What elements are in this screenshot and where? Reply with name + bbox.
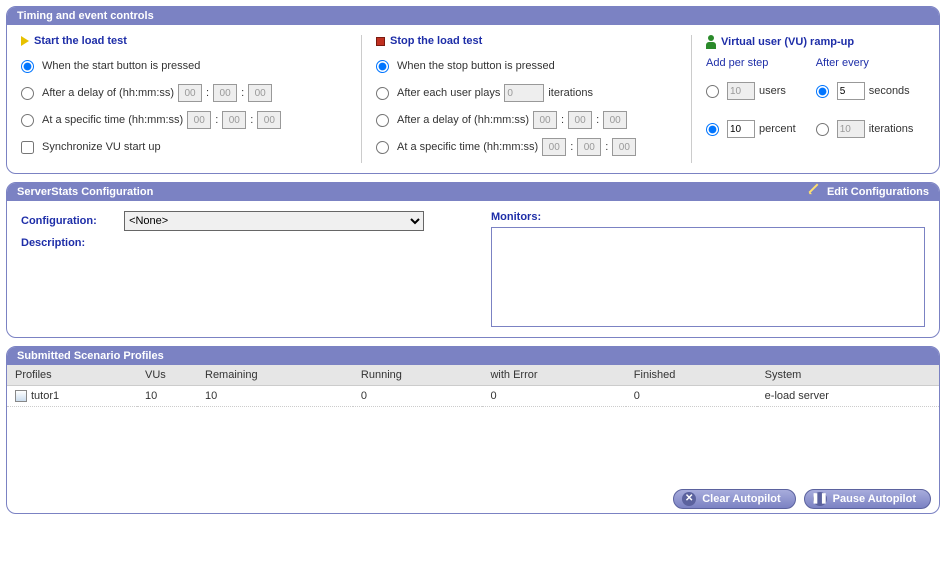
config-select[interactable]: <None> xyxy=(124,211,424,231)
timing-panel-header: Timing and event controls xyxy=(7,7,939,25)
ramp-seconds-unit: seconds xyxy=(869,85,910,97)
stop-radio-delay[interactable] xyxy=(376,114,389,127)
pause-autopilot-button[interactable]: ❚❚ Pause Autopilot xyxy=(804,489,931,509)
clear-autopilot-label: Clear Autopilot xyxy=(702,493,780,505)
config-label: Configuration: xyxy=(21,215,121,227)
monitors-label: Monitors: xyxy=(491,211,541,223)
col-finished: Finished xyxy=(626,365,757,386)
profiles-panel: Submitted Scenario Profiles Profiles VUs… xyxy=(6,346,940,514)
stop-label-plays-post: iterations xyxy=(548,87,593,99)
sync-vu-label: Synchronize VU start up xyxy=(42,141,161,153)
start-radio-delay[interactable] xyxy=(21,87,34,100)
stop-spec-s[interactable] xyxy=(612,138,636,156)
edit-configurations-link[interactable]: Edit Configurations xyxy=(811,186,929,198)
sync-vu-checkbox[interactable] xyxy=(21,141,34,154)
ramp-section: Virtual user (VU) ramp-up Add per step A… xyxy=(691,35,929,163)
col-with-error: with Error xyxy=(482,365,625,386)
col-running: Running xyxy=(353,365,483,386)
ramp-iter-value[interactable] xyxy=(837,120,865,138)
stop-icon xyxy=(376,37,385,46)
play-icon xyxy=(21,36,29,46)
pencil-icon xyxy=(808,184,825,201)
start-title: Start the load test xyxy=(34,35,127,47)
stop-title: Stop the load test xyxy=(390,35,482,47)
row-vus: 10 xyxy=(137,386,197,407)
serverstats-header: ServerStats Configuration Edit Configura… xyxy=(7,183,939,201)
stop-label-specific: At a specific time (hh:mm:ss) xyxy=(397,141,538,153)
start-delay-h[interactable] xyxy=(178,84,202,102)
stop-delay-h[interactable] xyxy=(533,111,557,129)
stop-delay-s[interactable] xyxy=(603,111,627,129)
row-name: tutor1 xyxy=(31,390,59,402)
monitors-box xyxy=(491,227,925,327)
timing-title: Timing and event controls xyxy=(17,10,154,22)
start-label-pressed: When the start button is pressed xyxy=(42,60,200,72)
stop-label-pressed: When the stop button is pressed xyxy=(397,60,555,72)
ramp-header-every: After every xyxy=(816,57,914,69)
start-radio-specific[interactable] xyxy=(21,114,34,127)
start-radio-pressed[interactable] xyxy=(21,60,34,73)
profiles-table-container: Profiles VUs Remaining Running with Erro… xyxy=(7,365,939,485)
ramp-seconds-value[interactable] xyxy=(837,82,865,100)
serverstats-panel: ServerStats Configuration Edit Configura… xyxy=(6,182,940,338)
ramp-title: Virtual user (VU) ramp-up xyxy=(721,36,854,48)
desc-label: Description: xyxy=(21,237,121,249)
row-system: e-load server xyxy=(757,386,939,407)
stop-radio-plays[interactable] xyxy=(376,87,389,100)
start-spec-s[interactable] xyxy=(257,111,281,129)
profiles-table: Profiles VUs Remaining Running with Erro… xyxy=(7,365,939,407)
col-profiles: Profiles xyxy=(7,365,137,386)
row-with-error: 0 xyxy=(482,386,625,407)
ramp-radio-iterations[interactable] xyxy=(816,123,829,136)
stop-radio-specific[interactable] xyxy=(376,141,389,154)
ramp-radio-percent[interactable] xyxy=(706,123,719,136)
pause-icon: ❚❚ xyxy=(813,492,827,506)
table-row[interactable]: tutor1 10 10 0 0 0 e-load server xyxy=(7,386,939,407)
ramp-users-value[interactable] xyxy=(727,82,755,100)
row-remaining: 10 xyxy=(197,386,353,407)
stop-plays-value[interactable] xyxy=(504,84,544,102)
start-label-delay: After a delay of (hh:mm:ss) xyxy=(42,87,174,99)
ramp-percent-value[interactable] xyxy=(727,120,755,138)
start-spec-m[interactable] xyxy=(222,111,246,129)
stop-spec-h[interactable] xyxy=(542,138,566,156)
start-spec-h[interactable] xyxy=(187,111,211,129)
ramp-users-unit: users xyxy=(759,85,786,97)
ramp-radio-users[interactable] xyxy=(706,85,719,98)
ramp-radio-seconds[interactable] xyxy=(816,85,829,98)
clear-autopilot-button[interactable]: ✕ Clear Autopilot xyxy=(673,489,795,509)
stop-delay-m[interactable] xyxy=(568,111,592,129)
stop-section: Stop the load test When the stop button … xyxy=(361,35,691,163)
stop-spec-m[interactable] xyxy=(577,138,601,156)
row-running: 0 xyxy=(353,386,483,407)
stop-radio-pressed[interactable] xyxy=(376,60,389,73)
profile-icon xyxy=(15,390,27,402)
serverstats-title: ServerStats Configuration xyxy=(17,186,153,198)
start-delay-m[interactable] xyxy=(213,84,237,102)
pause-autopilot-label: Pause Autopilot xyxy=(833,493,916,505)
profiles-footer: ✕ Clear Autopilot ❚❚ Pause Autopilot xyxy=(7,485,939,513)
stop-label-delay: After a delay of (hh:mm:ss) xyxy=(397,114,529,126)
ramp-iter-unit: iterations xyxy=(869,123,914,135)
profiles-header: Submitted Scenario Profiles xyxy=(7,347,939,365)
edit-configurations-label: Edit Configurations xyxy=(827,186,929,198)
col-remaining: Remaining xyxy=(197,365,353,386)
start-label-specific: At a specific time (hh:mm:ss) xyxy=(42,114,183,126)
profiles-title: Submitted Scenario Profiles xyxy=(17,350,164,362)
timing-panel: Timing and event controls Start the load… xyxy=(6,6,940,174)
ramp-header-add: Add per step xyxy=(706,57,796,69)
stop-label-plays-pre: After each user plays xyxy=(397,87,500,99)
start-delay-s[interactable] xyxy=(248,84,272,102)
col-vus: VUs xyxy=(137,365,197,386)
ramp-percent-unit: percent xyxy=(759,123,796,135)
vu-icon xyxy=(706,35,716,49)
start-section: Start the load test When the start butto… xyxy=(21,35,361,163)
col-system: System xyxy=(757,365,939,386)
row-finished: 0 xyxy=(626,386,757,407)
clear-icon: ✕ xyxy=(682,492,696,506)
